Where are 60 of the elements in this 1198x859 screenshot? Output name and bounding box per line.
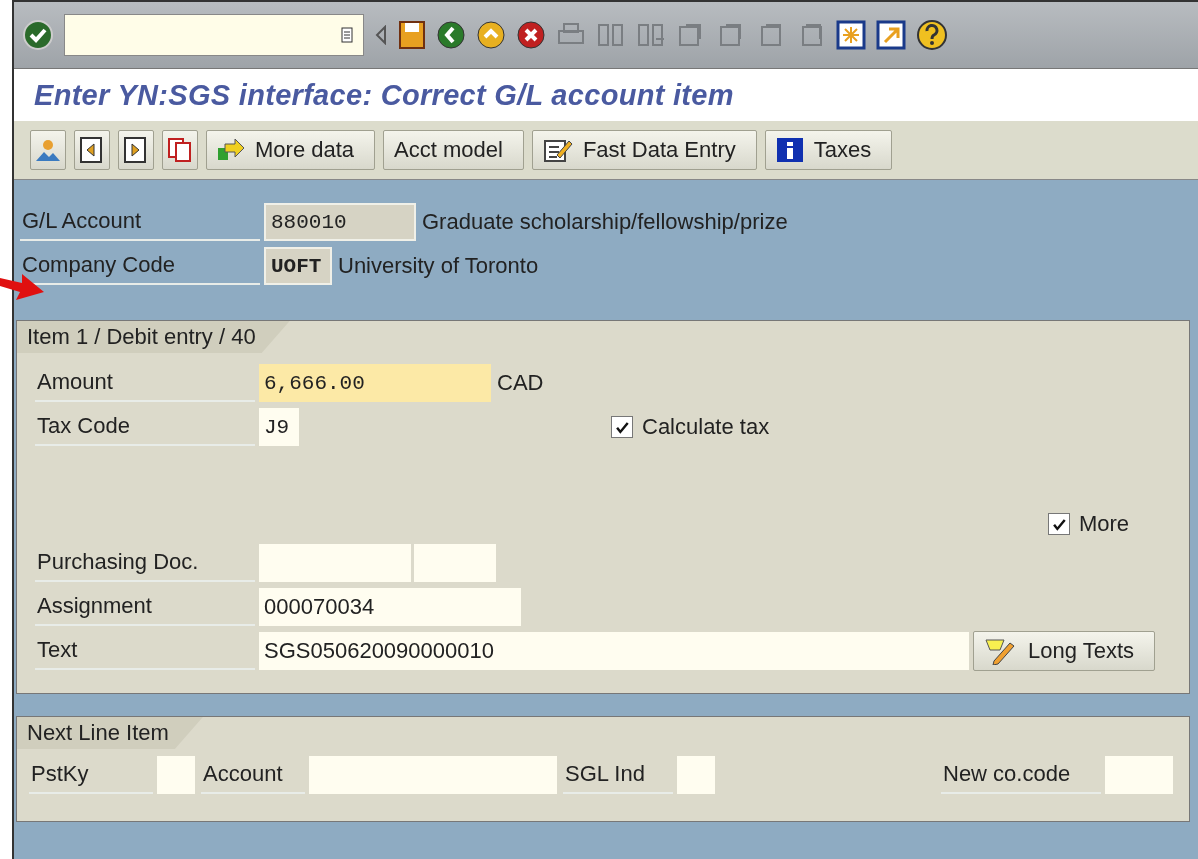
save-icon[interactable] xyxy=(398,20,426,50)
display-field: 880010 xyxy=(264,203,416,241)
toolbar-button[interactable]: More data xyxy=(206,130,376,170)
input-field[interactable] xyxy=(677,756,715,794)
command-field[interactable] xyxy=(64,14,364,56)
group-title: Item 1 / Debit entry / 40 xyxy=(17,321,290,353)
exit-icon[interactable] xyxy=(476,20,506,50)
field-label: Text xyxy=(35,632,255,670)
new-session-icon[interactable] xyxy=(836,20,866,50)
find-next-icon xyxy=(636,21,666,49)
next-page-icon xyxy=(123,137,147,163)
back-icon[interactable] xyxy=(436,20,466,50)
input-field[interactable] xyxy=(1105,756,1173,794)
field-label: Assignment xyxy=(35,588,255,626)
enter-icon[interactable] xyxy=(22,19,54,51)
toolbar-button[interactable]: Fast Data Entry xyxy=(531,130,757,170)
toolbar-button[interactable]: Acct model xyxy=(383,130,524,170)
edit-icon xyxy=(542,137,573,163)
landscape-icon xyxy=(35,137,61,163)
field-label: G/L Account xyxy=(20,203,260,241)
field-label: PstKy xyxy=(29,756,153,794)
field-description: Graduate scholarship/fellowship/prize xyxy=(422,209,788,235)
shortcut-icon[interactable] xyxy=(876,20,906,50)
field-label: Amount xyxy=(35,364,255,402)
input-field[interactable] xyxy=(309,756,557,794)
field-label: New co.code xyxy=(941,756,1101,794)
checkbox[interactable] xyxy=(611,416,633,438)
field-label: SGL Ind xyxy=(563,756,673,794)
history-icon xyxy=(341,27,353,43)
screen-title: Enter YN:SGS interface: Correct G/L account item xyxy=(34,78,734,112)
input-field[interactable] xyxy=(157,756,195,794)
input-field[interactable] xyxy=(259,544,411,582)
arrow-icon xyxy=(217,138,245,162)
copy-icon xyxy=(167,137,193,163)
find-icon xyxy=(596,21,626,49)
info-icon xyxy=(775,137,804,163)
display-field: UOFT xyxy=(264,247,332,285)
long-texts-button[interactable]: Long Texts xyxy=(973,631,1155,671)
checkbox-label: More xyxy=(1078,511,1129,537)
field-label: Account xyxy=(201,756,305,794)
input-field[interactable]: 000070034 xyxy=(259,588,521,626)
group-title: Next Line Item xyxy=(17,717,203,749)
toolbar-button[interactable] xyxy=(74,130,110,170)
toolbar-button[interactable] xyxy=(162,130,198,170)
toolbar-button[interactable]: Taxes xyxy=(764,130,893,170)
toolbar-button[interactable] xyxy=(118,130,154,170)
input-field[interactable]: J9 xyxy=(259,408,299,446)
collapse-icon[interactable] xyxy=(374,25,388,45)
field-description: University of Toronto xyxy=(338,253,539,279)
checkbox[interactable] xyxy=(1047,513,1070,535)
input-field[interactable] xyxy=(414,544,496,582)
checkbox-label: Calculate tax xyxy=(642,414,770,440)
cancel-icon[interactable] xyxy=(516,20,546,50)
field-label: Purchasing Doc. xyxy=(35,544,255,582)
field-label: Tax Code xyxy=(35,408,255,446)
previous-page-icon xyxy=(79,137,103,163)
currency-label: CAD xyxy=(497,370,544,396)
input-field[interactable]: 6,666.00 xyxy=(259,364,491,402)
input-field[interactable]: SGS050620090000010 xyxy=(259,632,969,670)
help-icon[interactable] xyxy=(916,19,948,51)
